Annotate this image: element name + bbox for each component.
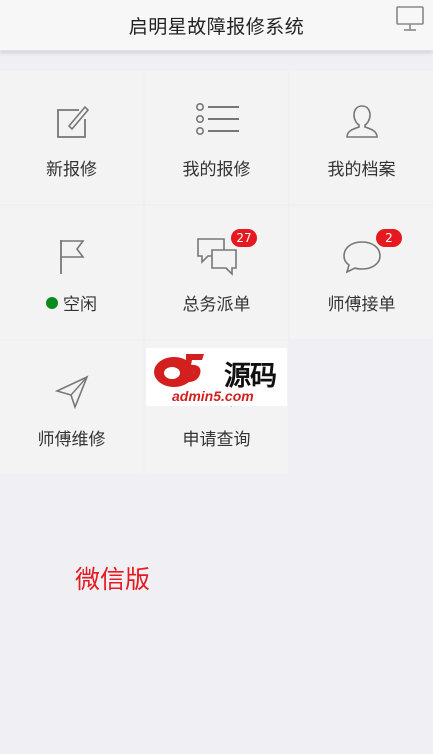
watermark-logo: 源码 admin5.com [146,348,287,406]
menu-item-new-repair[interactable]: 新报修 [0,71,143,204]
menu-item-my-profile[interactable]: 我的档案 [290,71,433,204]
flag-icon [49,236,95,276]
menu-item-accept-order[interactable]: 2 师傅接单 [290,206,433,339]
menu-item-repair-work[interactable]: 师傅维修 [0,341,143,474]
monitor-icon[interactable] [395,4,425,34]
menu-item-dispatch[interactable]: 27 总务派单 [145,206,288,339]
notification-badge: 2 [376,229,402,247]
menu-item-label: 总务派单 [182,295,251,315]
menu-item-label: 新报修 [46,160,97,180]
app-header: 启明星故障报修系统 [0,0,433,51]
status-label: 空闲 [0,290,143,315]
a5-logo-icon [154,354,204,387]
user-icon [339,101,385,141]
menu-item-label: 申请查询 [182,430,251,450]
menu-item-label: 师傅接单 [327,295,396,315]
menu-item-my-repairs[interactable]: 我的报修 [145,71,288,204]
menu-item-label: 空闲 [63,295,97,315]
logo-brand-url: admin5.com [172,388,254,404]
menu-item-idle-status[interactable]: 空闲 [0,206,143,339]
list-icon [194,101,240,141]
notification-badge: 27 [231,229,257,247]
menu-item-label: 师傅维修 [37,430,106,450]
menu-item-label: 我的档案 [327,160,396,180]
page-title: 启明星故障报修系统 [128,16,305,38]
status-dot [46,297,58,309]
version-label: 微信版 [75,565,151,594]
edit-icon [49,101,95,141]
empty-cell [290,341,433,474]
menu-item-label: 我的报修 [182,160,251,180]
send-icon [49,371,95,411]
